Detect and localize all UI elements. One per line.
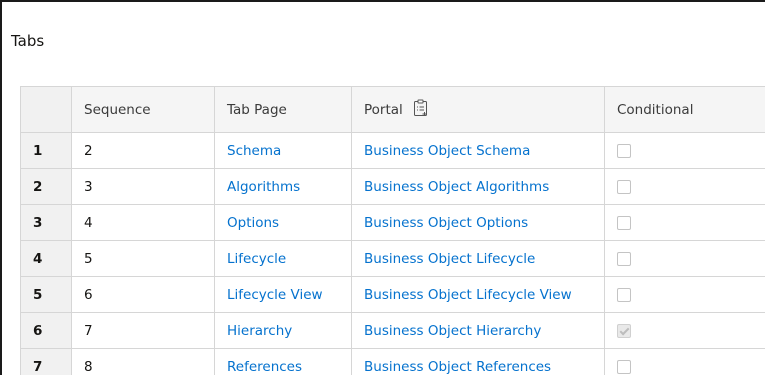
row-number: 1 [20,132,72,169]
sequence-cell: 4 [71,204,215,241]
table-row: 1 2 Schema Business Object Schema [20,132,765,169]
clipboard-list-icon[interactable] [413,99,429,121]
portal-cell: Business Object Lifecycle [351,240,605,277]
table-row: 3 4 Options Business Object Options [20,204,765,241]
tab-page-cell: Lifecycle View [214,276,352,313]
sequence-cell: 8 [71,348,215,375]
portal-cell: Business Object Hierarchy [351,312,605,349]
portal-link[interactable]: Business Object References [364,359,551,375]
tab-page-link[interactable]: Hierarchy [227,323,292,339]
tab-page-cell: Schema [214,132,352,169]
conditional-checkbox[interactable] [617,359,631,374]
tab-page-link[interactable]: Lifecycle [227,251,286,267]
portal-link[interactable]: Business Object Schema [364,143,530,159]
portal-cell: Business Object Options [351,204,605,241]
row-number: 2 [20,168,72,205]
tab-page-link[interactable]: Options [227,215,279,231]
conditional-cell [604,132,765,169]
column-header-tab-page[interactable]: Tab Page [214,86,352,133]
sequence-cell: 7 [71,312,215,349]
sequence-cell: 6 [71,276,215,313]
column-header-portal[interactable]: Portal [351,86,605,133]
sequence-cell: 2 [71,132,215,169]
sequence-cell: 5 [71,240,215,277]
conditional-cell [604,240,765,277]
table-row: 2 3 Algorithms Business Object Algorithm… [20,168,765,205]
portal-link[interactable]: Business Object Algorithms [364,179,549,195]
table-row: 5 6 Lifecycle View Business Object Lifec… [20,276,765,313]
table-row: 4 5 Lifecycle Business Object Lifecycle [20,240,765,277]
conditional-cell [604,312,765,349]
panel-title: Tabs [11,32,45,50]
row-number: 3 [20,204,72,241]
column-header-sequence[interactable]: Sequence [71,86,215,133]
tab-page-link[interactable]: Schema [227,143,281,159]
tab-page-link[interactable]: Algorithms [227,179,300,195]
portal-link[interactable]: Business Object Lifecycle View [364,287,572,303]
portal-link[interactable]: Business Object Hierarchy [364,323,541,339]
tab-page-link[interactable]: Lifecycle View [227,287,323,303]
conditional-checkbox[interactable] [617,251,631,266]
column-header-conditional[interactable]: Conditional [604,86,765,133]
conditional-cell [604,276,765,313]
tab-page-cell: Options [214,204,352,241]
row-number: 4 [20,240,72,277]
tab-page-cell: Hierarchy [214,312,352,349]
tab-page-cell: References [214,348,352,375]
table-row: 6 7 Hierarchy Business Object Hierarchy [20,312,765,349]
conditional-checkbox[interactable] [617,215,631,230]
tab-page-cell: Algorithms [214,168,352,205]
portal-cell: Business Object Lifecycle View [351,276,605,313]
column-header-index [20,86,72,133]
column-header-portal-label: Portal [364,101,403,118]
portal-link[interactable]: Business Object Lifecycle [364,251,535,267]
row-number: 6 [20,312,72,349]
table-header-row: Sequence Tab Page Portal Conditional [20,86,765,133]
tab-page-link[interactable]: References [227,359,302,375]
conditional-checkbox[interactable] [617,179,631,194]
portal-cell: Business Object References [351,348,605,375]
tabs-table: Sequence Tab Page Portal Conditional 1 2… [20,86,765,375]
row-number: 5 [20,276,72,313]
conditional-checkbox[interactable] [617,287,631,302]
portal-link[interactable]: Business Object Options [364,215,528,231]
row-number: 7 [20,348,72,375]
conditional-cell [604,204,765,241]
conditional-checkbox-checked[interactable] [617,323,631,338]
conditional-checkbox[interactable] [617,143,631,158]
conditional-cell [604,168,765,205]
portal-cell: Business Object Algorithms [351,168,605,205]
portal-cell: Business Object Schema [351,132,605,169]
sequence-cell: 3 [71,168,215,205]
conditional-cell [604,348,765,375]
tab-page-cell: Lifecycle [214,240,352,277]
table-row: 7 8 References Business Object Reference… [20,348,765,375]
tabs-panel: Tabs Sequence Tab Page Portal Conditiona… [0,0,765,375]
